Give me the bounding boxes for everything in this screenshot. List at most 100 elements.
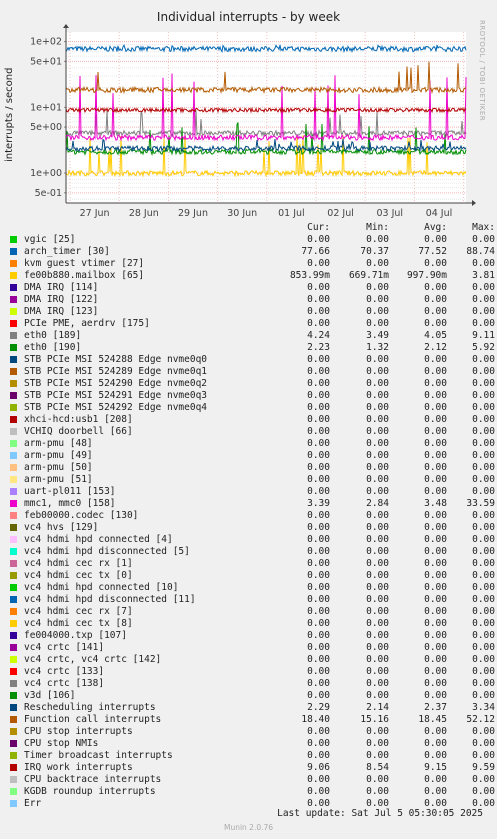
legend-avg-value: 0.00: [424, 426, 447, 437]
legend-max-value: 52.12: [466, 714, 495, 725]
legend-avg-value: 0.00: [424, 402, 447, 413]
legend-min-value: 0.00: [366, 690, 389, 701]
legend-series-name: CPU stop NMIs: [24, 738, 99, 749]
legend-series-name: arm-pmu [48]: [24, 438, 93, 449]
y-tick-label: 1e+01: [30, 102, 62, 113]
legend-swatch-color: [10, 332, 17, 339]
legend-swatch: [10, 306, 24, 318]
legend-max-value: 0.00: [472, 786, 495, 797]
munin-version: Munin 2.0.76: [223, 823, 274, 832]
legend-swatch-color: [10, 644, 17, 651]
legend-swatch-color: [10, 440, 17, 447]
legend-cur-value: 0.00: [307, 390, 330, 401]
legend-avg-value: 2.37: [424, 702, 447, 713]
legend-max-value: 0.00: [472, 402, 495, 413]
legend-row: CPU backtrace interrupts 0.00 0.00 0.00 0.00: [10, 774, 495, 786]
legend-row: eth0 [189] 4.24 3.49 4.05 9.11: [10, 330, 495, 342]
legend-cur-value: 4.24: [307, 330, 330, 341]
legend-series-name: VCHIQ doorbell [66]: [24, 426, 133, 437]
legend-row: STB PCIe MSI 524288 Edge nvme0q0 0.00 0.00…: [10, 354, 495, 366]
y-axis-arrow: [63, 24, 69, 28]
legend-swatch: [10, 618, 24, 630]
legend-series-name: Rescheduling interrupts: [24, 702, 156, 713]
legend-min-value: 0.00: [366, 534, 389, 545]
legend-avg-value: 0.00: [424, 294, 447, 305]
legend-min-value: 0.00: [366, 378, 389, 389]
legend-cur-value: 0.00: [307, 738, 330, 749]
legend-max-value: 0.00: [472, 522, 495, 533]
legend-series-name: feb00000.codec [130]: [24, 510, 139, 521]
legend-row: arm-pmu [49] 0.00 0.00 0.00 0.00: [10, 450, 495, 462]
col-max-header: Max:: [472, 222, 495, 233]
legend-row: Function call interrupts 18.40 15.16 18.45 5…: [10, 714, 495, 726]
legend-avg-value: 0.00: [424, 678, 447, 689]
legend-swatch-color: [10, 308, 17, 315]
legend-min-value: 0.00: [366, 522, 389, 533]
legend-min-value: 0.00: [366, 426, 389, 437]
legend-min-value: 0.00: [366, 282, 389, 293]
legend-row: KGDB roundup interrupts 0.00 0.00 0.00 0.00: [10, 786, 495, 798]
legend-row: PCIe PME, aerdrv [175] 0.00 0.00 0.00 0.00: [10, 318, 495, 330]
legend-cur-value: 2.23: [307, 342, 330, 353]
legend-max-value: 0.00: [472, 378, 495, 389]
legend-cur-value: 2.29: [307, 702, 330, 713]
legend-series-name: eth0 [189]: [24, 330, 82, 341]
legend-swatch: [10, 750, 24, 762]
legend-cur-value: 0.00: [307, 378, 330, 389]
legend-cur-value: 0.00: [307, 678, 330, 689]
x-tick-label: 27 Jun: [80, 208, 110, 219]
legend-series-name: STB PCIe MSI 524290 Edge nvme0q2: [24, 378, 208, 389]
legend-min-value: 0.00: [366, 654, 389, 665]
legend-max-value: 9.59: [472, 762, 495, 773]
legend-avg-value: 0.00: [424, 738, 447, 749]
legend-max-value: 88.74: [466, 246, 495, 257]
legend-avg-value: 0.00: [424, 318, 447, 329]
legend-row: vc4 hdmi cec tx [8] 0.00 0.00 0.00 0.00: [10, 618, 495, 630]
legend-row: Timer broadcast interrupts 0.00 0.00 0.00 0.…: [10, 750, 495, 762]
legend-row: arm-pmu [51] 0.00 0.00 0.00 0.00: [10, 474, 495, 486]
legend-min-value: 0.00: [366, 678, 389, 689]
legend-cur-value: 0.00: [307, 486, 330, 497]
legend-max-value: 0.00: [472, 594, 495, 605]
legend-swatch-color: [10, 656, 17, 663]
legend-row: VCHIQ doorbell [66] 0.00 0.00 0.00 0.00: [10, 426, 495, 438]
legend-swatch: [10, 390, 24, 402]
legend-max-value: 0.00: [472, 726, 495, 737]
legend-max-value: 0.00: [472, 318, 495, 329]
legend-row: vc4 hdmi hpd connected [10] 0.00 0.00 0.00 0…: [10, 582, 495, 594]
legend-max-value: 33.59: [466, 498, 495, 509]
legend-max-value: 0.00: [472, 426, 495, 437]
legend-max-value: 0.00: [472, 438, 495, 449]
legend-swatch: [10, 786, 24, 798]
legend-avg-value: 0.00: [424, 594, 447, 605]
legend-series-name: DMA IRQ [114]: [24, 282, 99, 293]
legend-avg-value: 0.00: [424, 546, 447, 557]
legend-avg-value: 0.00: [424, 606, 447, 617]
legend-cur-value: 0.00: [307, 294, 330, 305]
legend-swatch: [10, 666, 24, 678]
legend-swatch: [10, 510, 24, 522]
legend-cur-value: 0.00: [307, 630, 330, 641]
legend-series-name: CPU stop interrupts: [24, 726, 133, 737]
legend-swatch: [10, 726, 24, 738]
y-tick-label: 5e-01: [35, 188, 62, 199]
legend-swatch: [10, 258, 24, 270]
legend-cur-value: 0.00: [307, 462, 330, 473]
legend-row: CPU stop NMIs 0.00 0.00 0.00 0.00: [10, 738, 495, 750]
legend-avg-value: 0.00: [424, 726, 447, 737]
legend-min-value: 0.00: [366, 474, 389, 485]
legend-cur-value: 0.00: [307, 402, 330, 413]
legend-swatch: [10, 702, 24, 714]
legend-min-value: 0.00: [366, 570, 389, 581]
legend-row: eth0 [190] 2.23 1.32 2.12 5.92: [10, 342, 495, 354]
legend-series-name: vc4 hdmi cec rx [1]: [24, 558, 133, 569]
legend-max-value: 0.00: [472, 630, 495, 641]
legend-min-value: 0.00: [366, 618, 389, 629]
legend-avg-value: 0.00: [424, 462, 447, 473]
y-tick-label: 1e+02: [30, 37, 62, 48]
legend-swatch-color: [10, 488, 17, 495]
legend-min-value: 0.00: [366, 234, 389, 245]
legend-min-value: 0.00: [366, 390, 389, 401]
legend-series-name: mmc1, mmc0 [158]: [24, 498, 116, 509]
legend-row: vc4 crtc, vc4 crtc [142] 0.00 0.00 0.00 0.00: [10, 654, 495, 666]
